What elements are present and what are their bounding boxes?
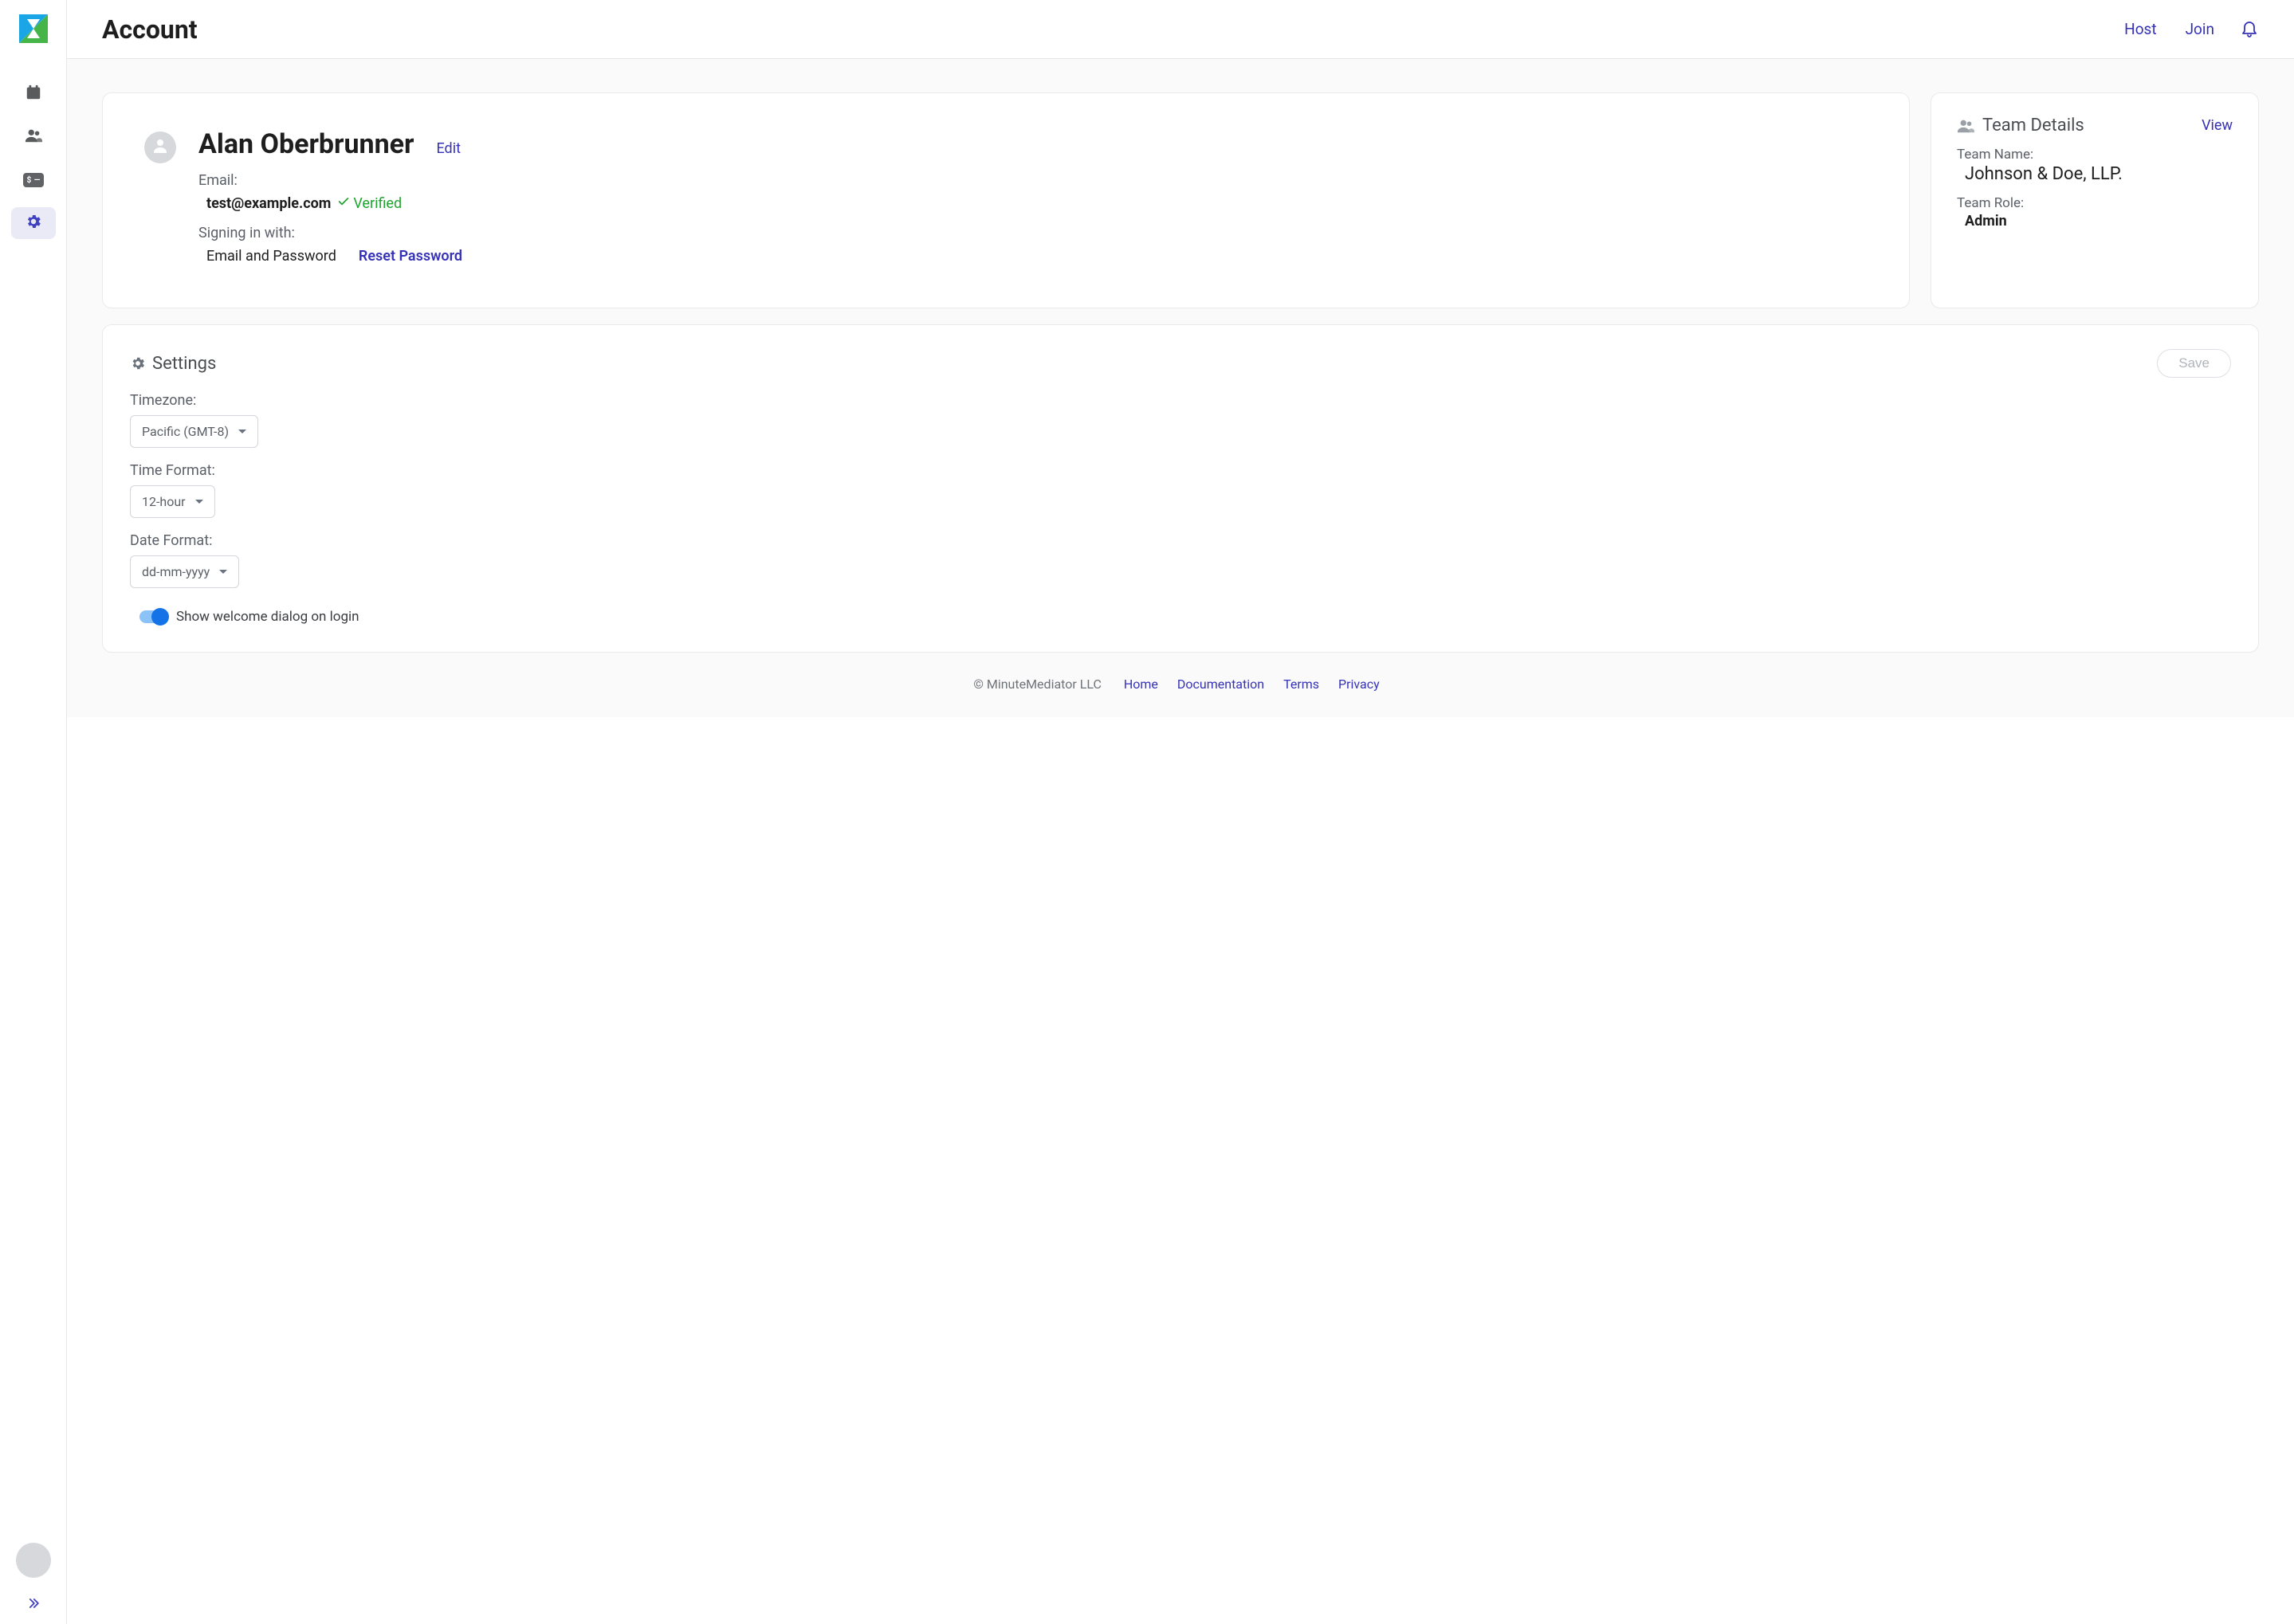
email-verified-badge: Verified <box>337 195 402 212</box>
edit-profile-link[interactable]: Edit <box>436 140 460 157</box>
profile-card: Alan Oberbrunner Edit Email: test@exampl… <box>102 92 1910 308</box>
date-format-label: Date Format: <box>130 532 2231 549</box>
notifications-button[interactable] <box>2240 18 2259 41</box>
welcome-dialog-label: Show welcome dialog on login <box>176 609 359 625</box>
sidebar-item-team[interactable] <box>11 121 56 153</box>
save-button[interactable]: Save <box>2157 349 2231 378</box>
email-label: Email: <box>198 172 462 189</box>
footer-link-privacy[interactable]: Privacy <box>1338 677 1380 692</box>
calendar-icon <box>25 84 42 104</box>
sidebar: $ — <box>0 0 67 1624</box>
copyright: © MinuteMediator LLC <box>973 677 1102 692</box>
team-heading: Team Details <box>1982 116 2194 135</box>
email-value: test@example.com <box>206 195 331 212</box>
welcome-dialog-toggle[interactable] <box>139 610 167 623</box>
sidebar-item-billing[interactable]: $ — <box>11 164 56 196</box>
main: Account Host Join <box>67 0 2294 1624</box>
bell-icon <box>2240 18 2259 41</box>
chevrons-right-icon <box>26 1599 41 1614</box>
current-user-avatar[interactable] <box>16 1543 51 1578</box>
team-name-value: Johnson & Doe, LLP. <box>1965 164 2233 184</box>
team-card: Team Details View Team Name: Johnson & D… <box>1931 92 2259 308</box>
date-format-select[interactable]: dd-mm-yyyy <box>130 555 239 588</box>
signin-method: Email and Password <box>206 248 336 265</box>
team-role-label: Team Role: <box>1957 195 2233 211</box>
logo-icon <box>16 11 51 46</box>
time-format-label: Time Format: <box>130 462 2231 479</box>
footer-link-home[interactable]: Home <box>1124 677 1158 692</box>
people-icon <box>25 127 42 147</box>
gear-icon <box>130 355 146 371</box>
view-team-link[interactable]: View <box>2202 117 2233 134</box>
footer-link-terms[interactable]: Terms <box>1283 677 1319 692</box>
timezone-label: Timezone: <box>130 392 2231 409</box>
caret-down-icon <box>238 430 246 433</box>
billing-icon: $ — <box>23 173 44 187</box>
verified-label: Verified <box>353 195 402 212</box>
profile-name: Alan Oberbrunner <box>198 130 414 159</box>
settings-heading: Settings <box>152 354 216 374</box>
date-format-value: dd-mm-yyyy <box>142 564 210 579</box>
team-role-value: Admin <box>1965 213 2233 229</box>
join-link[interactable]: Join <box>2186 20 2214 38</box>
settings-card: Settings Save Timezone: Pacific (GMT-8) … <box>102 324 2259 653</box>
reset-password-link[interactable]: Reset Password <box>359 248 462 265</box>
team-name-label: Team Name: <box>1957 147 2233 163</box>
check-icon <box>337 195 350 212</box>
footer: © MinuteMediator LLC Home Documentation … <box>102 653 2259 698</box>
signin-label: Signing in with: <box>198 225 462 241</box>
caret-down-icon <box>195 500 203 504</box>
expand-sidebar-button[interactable] <box>26 1595 41 1614</box>
timezone-select[interactable]: Pacific (GMT-8) <box>130 415 258 448</box>
topbar: Account Host Join <box>67 0 2294 59</box>
profile-avatar <box>144 131 176 163</box>
sidebar-item-calendar[interactable] <box>11 78 56 110</box>
user-icon <box>151 136 170 159</box>
host-link[interactable]: Host <box>2124 20 2156 38</box>
page-title: Account <box>102 14 198 45</box>
sidebar-item-settings[interactable] <box>11 207 56 239</box>
time-format-value: 12-hour <box>142 494 186 509</box>
gear-icon <box>25 213 42 233</box>
caret-down-icon <box>219 570 227 574</box>
timezone-value: Pacific (GMT-8) <box>142 424 229 439</box>
people-icon <box>1957 117 1974 135</box>
footer-link-documentation[interactable]: Documentation <box>1177 677 1264 692</box>
time-format-select[interactable]: 12-hour <box>130 485 215 518</box>
